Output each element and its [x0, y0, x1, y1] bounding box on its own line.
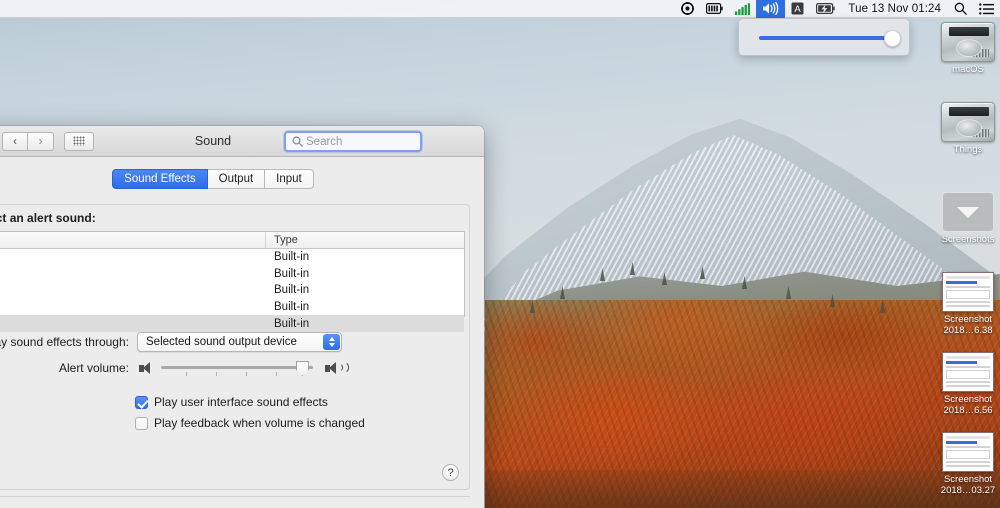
- desktop-icon-label: Screenshots: [941, 234, 995, 245]
- wifi-signal-icon[interactable]: [729, 0, 756, 18]
- volume-hud-fill: [759, 36, 892, 40]
- input-source-icon[interactable]: A: [785, 0, 810, 18]
- play-through-value: Selected sound output device: [146, 336, 297, 348]
- screenshot-thumbnail-icon: [942, 432, 994, 472]
- desktop-icon-things[interactable]: Things: [930, 102, 1000, 156]
- speaker-quiet-icon: [139, 362, 151, 374]
- play-through-row: Play sound effects through: Selected sou…: [0, 332, 457, 352]
- volume-icon[interactable]: [756, 0, 786, 18]
- grid-icon: [73, 136, 85, 146]
- folder-icon: [942, 192, 994, 232]
- tab-bar[interactable]: Sound Effects Output Input: [0, 169, 484, 189]
- tab-input[interactable]: Input: [265, 169, 314, 189]
- window-titlebar[interactable]: ‹ › Sound Search: [0, 126, 484, 157]
- menu-bar: A Tue 13 Nov 01:24: [0, 0, 1000, 18]
- screen-sharing-icon[interactable]: [675, 0, 700, 18]
- cell-type: Built-in: [274, 251, 310, 264]
- table-row[interactable]: Built-in: [0, 299, 464, 316]
- forward-button[interactable]: ›: [28, 131, 54, 151]
- sound-effects-panel: Select an alert sound: Name Type Built-i…: [0, 204, 470, 490]
- help-button[interactable]: ?: [442, 464, 459, 481]
- screenshot-thumbnail-icon: [942, 352, 994, 392]
- desktop-icon-screenshot-1[interactable]: Screenshot 2018…6.38: [930, 272, 1000, 336]
- volume-feedback-label: Play feedback when volume is changed: [154, 416, 365, 430]
- cell-type: Built-in: [274, 317, 310, 330]
- desktop-icon-screenshot-3[interactable]: Screenshot 2018…03.27: [930, 432, 1000, 496]
- alert-volume-row: Alert volume:: [0, 360, 457, 376]
- search-placeholder: Search: [306, 135, 343, 148]
- back-button[interactable]: ‹: [2, 131, 28, 151]
- hard-drive-icon: [941, 102, 995, 142]
- column-header-name[interactable]: Name: [0, 232, 266, 248]
- volume-feedback-checkbox[interactable]: [135, 416, 148, 430]
- table-row[interactable]: Built-in: [0, 266, 464, 283]
- desktop-icon-label: Things: [953, 144, 983, 155]
- desktop-icon-screenshot-2[interactable]: Screenshot 2018…6.56: [930, 352, 1000, 416]
- table-row[interactable]: Built-in: [0, 282, 464, 299]
- nav-buttons[interactable]: ‹ ›: [2, 131, 54, 151]
- search-icon[interactable]: [948, 0, 973, 18]
- notification-center-icon[interactable]: [973, 0, 1000, 18]
- volume-hud-knob[interactable]: [883, 30, 901, 47]
- menu-bar-clock[interactable]: Tue 13 Nov 01:24: [841, 3, 948, 15]
- desktop-icon-screenshots-folder[interactable]: Screenshots: [930, 192, 1000, 246]
- ui-sound-effects-label: Play user interface sound effects: [154, 395, 328, 409]
- tab-output[interactable]: Output: [207, 169, 266, 189]
- sound-preferences-window[interactable]: ‹ › Sound Search Sound Effects Output In…: [0, 126, 484, 508]
- desktop-icon-label: macOS: [952, 64, 984, 75]
- search-field[interactable]: Search: [284, 131, 422, 152]
- ui-sound-effects-checkbox-row[interactable]: Play user interface sound effects: [135, 395, 328, 409]
- preferences-body: Sound Effects Output Input Select an ale…: [0, 157, 484, 508]
- divider: [0, 496, 470, 497]
- play-through-dropdown[interactable]: Selected sound output device: [137, 332, 342, 352]
- cell-type: Built-in: [274, 284, 310, 297]
- show-all-button[interactable]: [64, 131, 94, 151]
- tab-sound-effects[interactable]: Sound Effects: [112, 169, 208, 189]
- chevron-updown-icon[interactable]: [323, 334, 340, 350]
- speaker-loud-icon: [325, 360, 349, 374]
- desktop-icon-label: Screenshot 2018…6.56: [943, 394, 993, 416]
- battery-meter-icon[interactable]: [700, 0, 729, 18]
- table-row[interactable]: Built-in: [0, 249, 464, 266]
- volume-feedback-checkbox-row[interactable]: Play feedback when volume is changed: [135, 416, 365, 430]
- cell-type: Built-in: [274, 301, 310, 314]
- alert-volume-label: Alert volume:: [58, 361, 129, 375]
- column-header-type[interactable]: Type: [266, 232, 464, 248]
- desktop-icon-macos[interactable]: macOS: [930, 22, 1000, 76]
- slider-knob[interactable]: [295, 361, 309, 376]
- alert-sounds-table[interactable]: Name Type Built-in Built-in Built-in: [0, 231, 465, 346]
- slider-track[interactable]: [161, 366, 313, 369]
- alert-sound-label: Select an alert sound:: [0, 211, 96, 225]
- desktop-icon-label: Screenshot 2018…03.27: [940, 474, 996, 496]
- hard-drive-icon: [941, 22, 995, 62]
- triangle-icon: [957, 206, 979, 218]
- desktop-icon-label: Screenshot 2018…6.38: [943, 314, 993, 336]
- play-through-label: Play sound effects through:: [0, 335, 129, 349]
- search-icon: [292, 136, 303, 147]
- foreground-shadow: [485, 470, 1000, 508]
- volume-hud-popup[interactable]: [738, 18, 910, 56]
- table-row-selected[interactable]: Built-in: [0, 315, 464, 332]
- alert-volume-slider[interactable]: [161, 360, 313, 376]
- svg-text:A: A: [795, 4, 802, 15]
- table-header: Name Type: [0, 232, 464, 249]
- cell-type: Built-in: [274, 267, 310, 280]
- battery-charging-icon[interactable]: [810, 0, 841, 18]
- screenshot-thumbnail-icon: [942, 272, 994, 312]
- ui-sound-effects-checkbox[interactable]: [135, 395, 148, 409]
